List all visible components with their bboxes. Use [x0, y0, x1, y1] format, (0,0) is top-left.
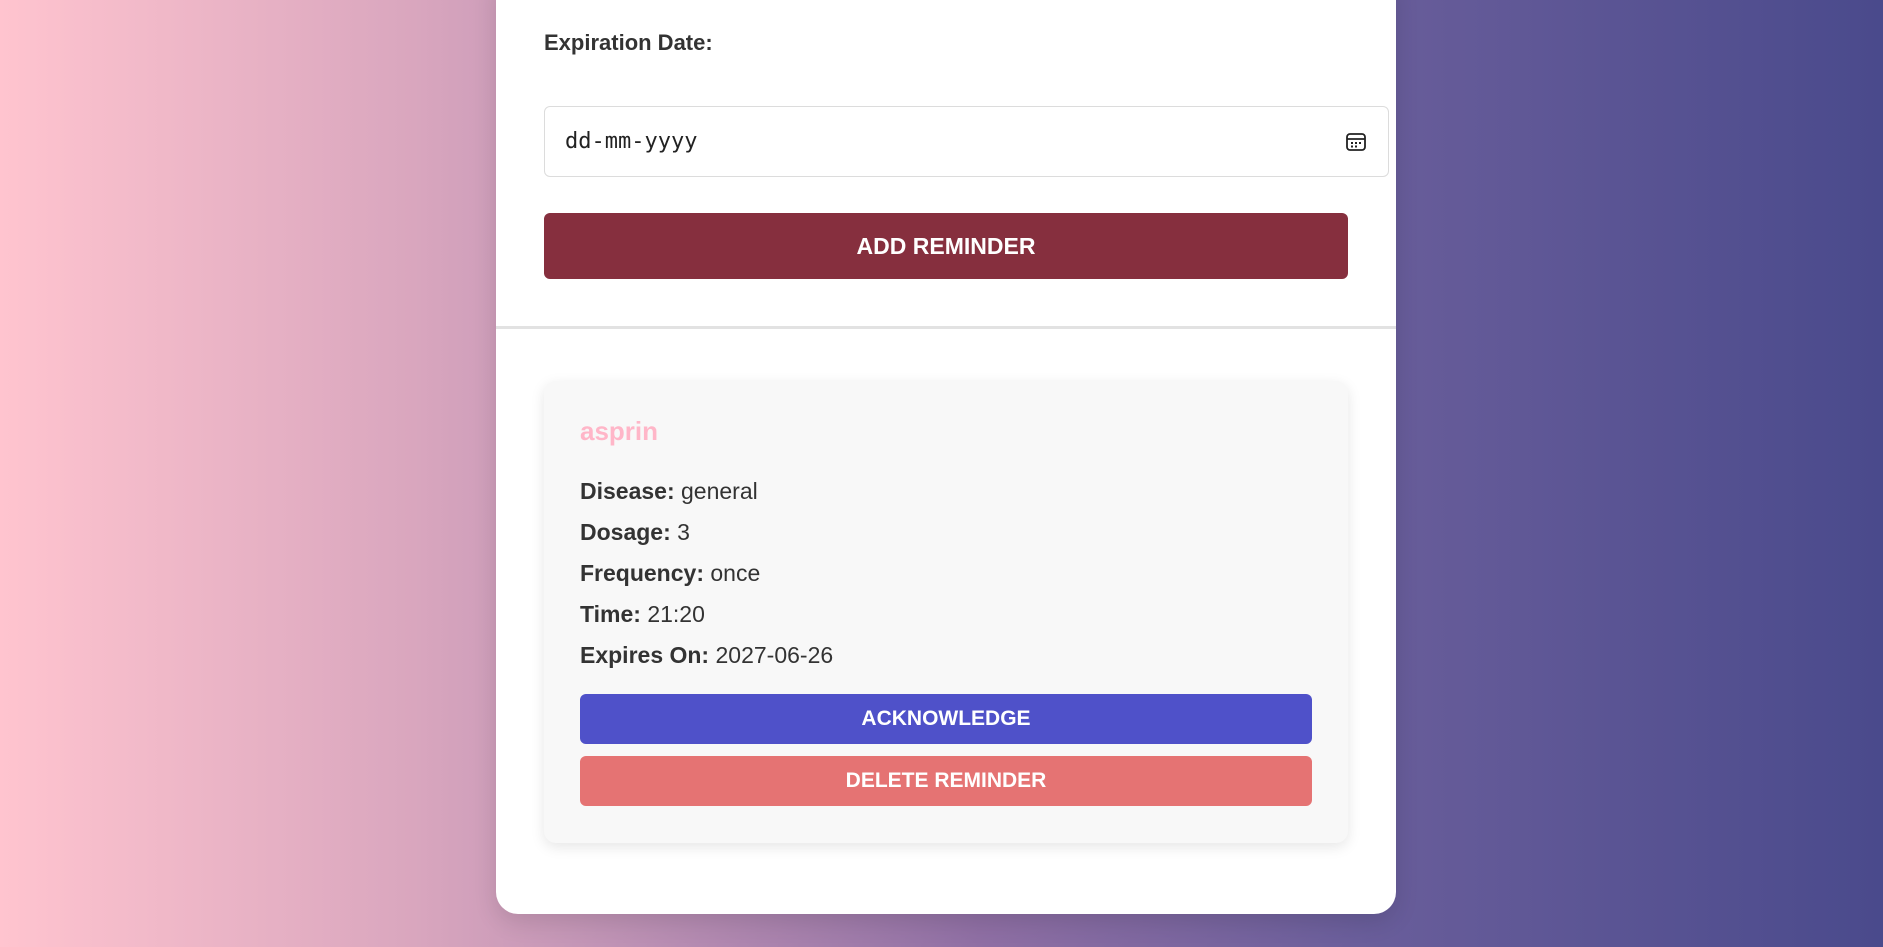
section-divider [496, 326, 1396, 329]
dosage-field: Dosage: 3 [580, 519, 690, 546]
reminder-card: asprin Disease: general Dosage: 3 Freque… [544, 381, 1348, 843]
frequency-field: Frequency: once [580, 560, 760, 587]
expires-on-field: Expires On: 2027-06-26 [580, 642, 833, 669]
field-value: once [710, 560, 761, 586]
field-key: Dosage: [580, 519, 671, 545]
field-key: Disease: [580, 478, 675, 504]
acknowledge-button[interactable]: ACKNOWLEDGE [580, 694, 1312, 744]
field-key: Time: [580, 601, 641, 627]
add-reminder-button[interactable]: ADD REMINDER [544, 213, 1348, 279]
date-placeholder: dd-mm-yyyy [565, 129, 698, 154]
delete-reminder-button[interactable]: DELETE REMINDER [580, 756, 1312, 806]
field-value: 21:20 [647, 601, 705, 627]
field-key: Frequency: [580, 560, 704, 586]
calendar-icon[interactable] [1344, 130, 1368, 154]
time-field: Time: 21:20 [580, 601, 705, 628]
field-value: 2027-06-26 [715, 642, 834, 668]
field-value: 3 [677, 519, 690, 545]
disease-field: Disease: general [580, 478, 758, 505]
reminder-panel: Expiration Date: dd-mm-yyyy ADD REMINDER… [496, 0, 1396, 914]
field-key: Expires On: [580, 642, 710, 668]
expiration-date-label: Expiration Date: [544, 30, 713, 55]
expiration-date-input[interactable]: dd-mm-yyyy [544, 106, 1389, 177]
medication-name: asprin [580, 416, 659, 446]
field-value: general [681, 478, 758, 504]
